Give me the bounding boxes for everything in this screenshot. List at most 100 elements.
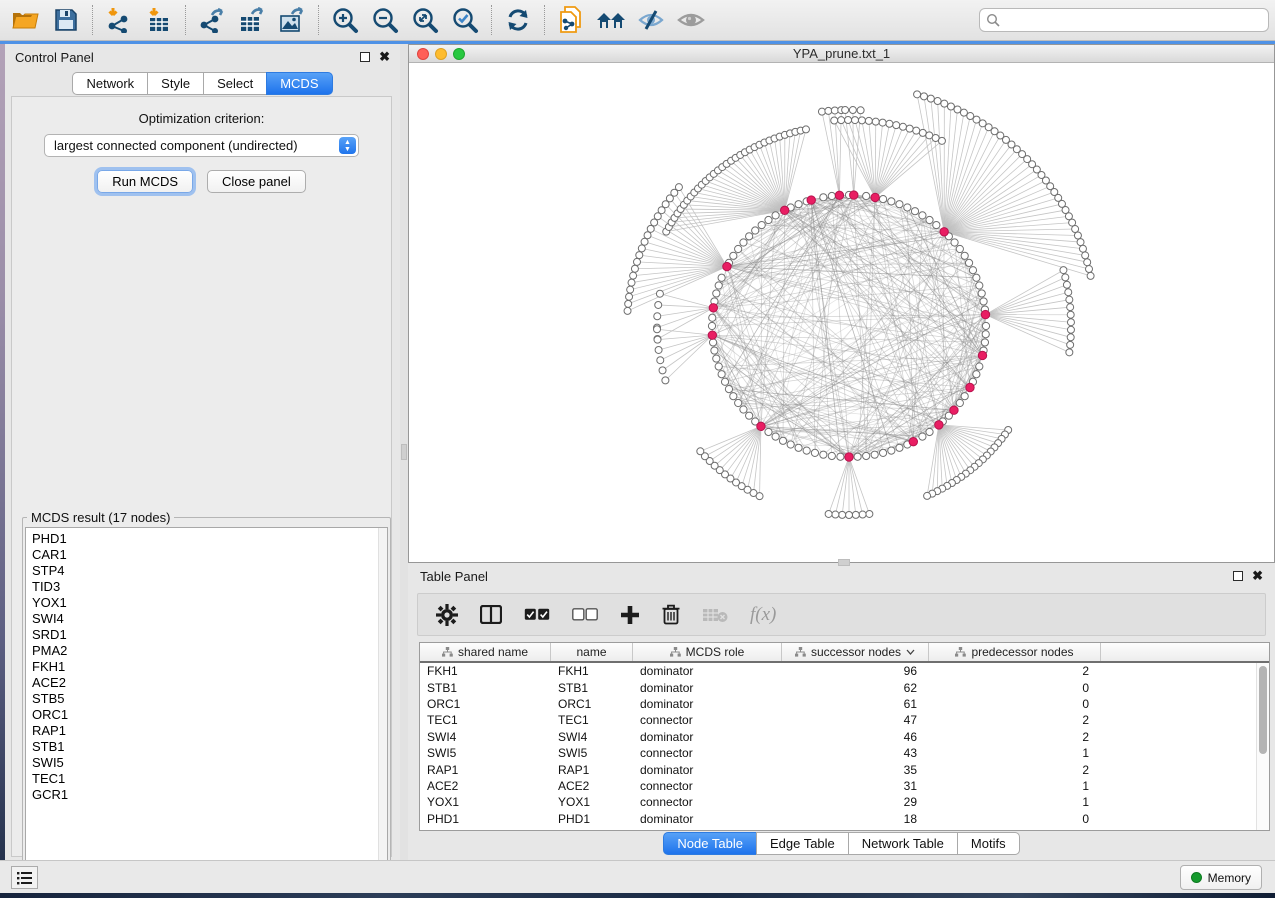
network-node[interactable] [638,245,645,252]
column-header-shared-name[interactable]: shared name [420,643,551,661]
network-node[interactable] [721,378,728,385]
network-node[interactable] [779,437,786,444]
network-node[interactable] [1066,349,1073,356]
network-node[interactable] [718,371,725,378]
network-node[interactable] [859,511,866,518]
network-node[interactable] [820,451,827,458]
network-node[interactable] [838,117,845,124]
network-node[interactable] [866,510,873,517]
dominator-node[interactable] [723,262,731,270]
network-node[interactable] [896,201,903,208]
tab-mcds[interactable]: MCDS [266,72,332,95]
network-node[interactable] [624,307,631,314]
network-node[interactable] [904,204,911,211]
tab-node-table[interactable]: Node Table [663,832,756,855]
tab-edge-table[interactable]: Edge Table [756,832,848,855]
tab-select[interactable]: Select [203,72,266,95]
network-node[interactable] [1079,245,1086,252]
network-node[interactable] [941,100,948,107]
tab-motifs[interactable]: Motifs [957,832,1020,855]
network-node[interactable] [846,512,853,519]
dominator-node[interactable] [709,304,717,312]
network-node[interactable] [1082,252,1089,259]
network-node[interactable] [1087,272,1094,279]
export-network-button[interactable] [192,3,232,37]
network-node[interactable] [976,282,983,289]
network-node[interactable] [820,194,827,201]
network-node[interactable] [746,233,753,240]
network-node[interactable] [825,107,832,114]
network-node[interactable] [954,106,961,113]
network-node[interactable] [627,286,634,293]
dominator-node[interactable] [807,196,815,204]
table-row[interactable]: SWI4SWI4dominator462 [420,729,1269,745]
tab-style[interactable]: Style [147,72,203,95]
network-node[interactable] [626,293,633,300]
mcds-result-item[interactable]: STP4 [32,563,387,579]
network-node[interactable] [893,122,900,129]
export-table-button[interactable] [232,3,272,37]
network-node[interactable] [927,95,934,102]
function-builder-button[interactable]: f(x) [750,604,776,626]
network-node[interactable] [656,290,663,297]
network-node[interactable] [752,227,759,234]
network-node[interactable] [1077,239,1084,246]
network-node[interactable] [906,125,913,132]
network-node[interactable] [1065,289,1072,296]
network-node[interactable] [713,355,720,362]
dominator-node[interactable] [981,310,989,318]
deselect-all-button[interactable] [572,608,598,621]
scrollbar-thumb[interactable] [1259,666,1267,754]
network-node[interactable] [654,326,661,333]
network-node[interactable] [735,245,742,252]
splitter-handle[interactable] [401,444,407,460]
network-node[interactable] [914,91,921,98]
network-node[interactable] [920,93,927,100]
network-node[interactable] [832,511,839,518]
network-node[interactable] [899,123,906,130]
network-node[interactable] [978,290,985,297]
network-node[interactable] [919,129,926,136]
search-input[interactable] [1001,13,1262,27]
table-row[interactable]: FKH1FKH1dominator962 [420,663,1269,679]
mcds-result-item[interactable]: STB5 [32,691,387,707]
table-row[interactable]: TEC1TEC1connector472 [420,712,1269,728]
network-node[interactable] [982,322,989,329]
mcds-result-item[interactable]: TEC1 [32,771,387,787]
network-node[interactable] [933,221,940,228]
split-view-button[interactable] [480,605,502,624]
select-all-button[interactable] [524,608,550,621]
network-node[interactable] [795,444,802,451]
network-node[interactable] [888,198,895,205]
network-node[interactable] [1067,319,1074,326]
network-node[interactable] [655,301,662,308]
table-row[interactable]: ACE2ACE2connector311 [420,778,1269,794]
network-node[interactable] [1085,266,1092,273]
network-node[interactable] [709,339,716,346]
network-node[interactable] [758,221,765,228]
dominator-node[interactable] [950,406,958,414]
network-node[interactable] [654,336,661,343]
network-node[interactable] [1062,274,1069,281]
network-node[interactable] [872,118,879,125]
network-node[interactable] [787,441,794,448]
network-node[interactable] [886,120,893,127]
mcds-result-item[interactable]: STB1 [32,739,387,755]
open-file-button[interactable] [6,3,46,37]
save-session-button[interactable] [46,3,86,37]
close-panel-icon[interactable]: ✖ [379,52,390,62]
network-node[interactable] [879,196,886,203]
network-node[interactable] [926,428,933,435]
network-node[interactable] [828,452,835,459]
mcds-result-item[interactable]: ORC1 [32,707,387,723]
close-panel-button[interactable]: Close panel [207,170,306,193]
column-header-name[interactable]: name [551,643,633,661]
dominator-node[interactable] [909,437,917,445]
column-header-predecessor-nodes[interactable]: predecessor nodes [929,643,1101,661]
add-column-button[interactable] [620,605,640,625]
network-node[interactable] [1060,267,1067,274]
network-node[interactable] [852,117,859,124]
network-node[interactable] [1067,311,1074,318]
network-node[interactable] [795,201,802,208]
network-node[interactable] [715,282,722,289]
